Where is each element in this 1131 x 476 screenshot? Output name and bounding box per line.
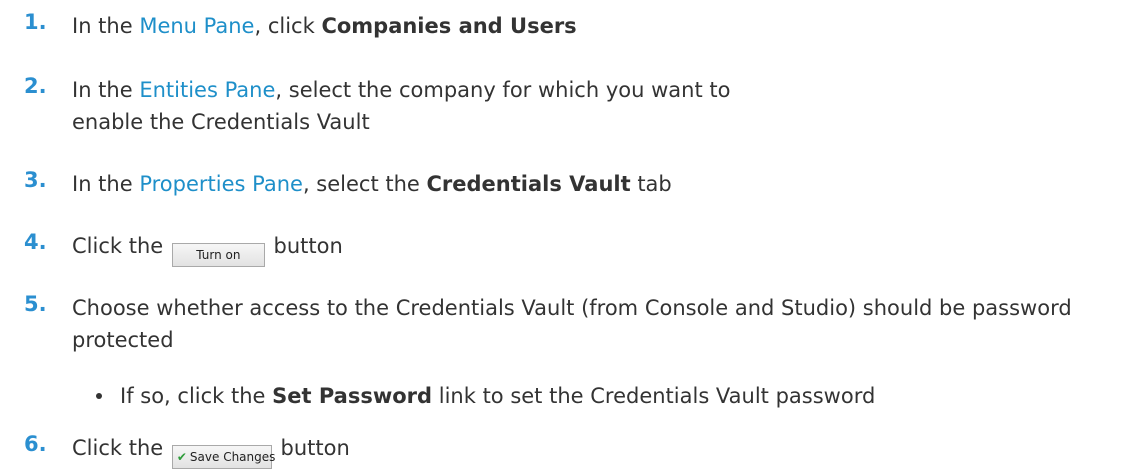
step-text: Choose whether access to the Credentials… (72, 292, 1121, 356)
step-number: 5. (24, 292, 47, 316)
step-number: 6. (24, 432, 47, 456)
text: In the (72, 172, 140, 196)
text: If so, click the (120, 384, 273, 408)
text: , click (254, 14, 322, 38)
set-password-link[interactable]: Set Password (272, 384, 432, 408)
entities-pane-link[interactable]: Entities Pane (139, 78, 275, 102)
text: In the (72, 14, 140, 38)
bold-term: Credentials Vault (426, 172, 631, 196)
properties-pane-link[interactable]: Properties Pane (139, 172, 303, 196)
step-text: Click the ✔ Save Changes button (72, 432, 1121, 469)
text: link to set the Credentials Vault passwo… (432, 384, 876, 408)
text: tab (630, 172, 672, 196)
text: , select the (302, 172, 427, 196)
text: Click the (72, 436, 170, 460)
menu-pane-link[interactable]: Menu Pane (139, 14, 254, 38)
instruction-steps: 1. In the Menu Pane, click Companies and… (0, 0, 1131, 476)
text: button (273, 436, 350, 460)
step-number: 4. (24, 230, 47, 254)
check-icon: ✔ (176, 450, 187, 464)
save-changes-label: Save Changes (189, 450, 276, 464)
text: button (266, 234, 343, 258)
step-text: In the Properties Pane, select the Crede… (72, 168, 1121, 200)
text: Click the (72, 234, 170, 258)
bold-term: Companies and Users (321, 14, 577, 38)
step-number: 3. (24, 168, 47, 192)
bullet-dot-icon (96, 393, 102, 399)
save-changes-button[interactable]: ✔ Save Changes (171, 445, 276, 469)
text: Choose whether access to the Credentials… (72, 296, 1072, 352)
step-text: In the Menu Pane, click Companies and Us… (72, 10, 1121, 42)
bullet-text: If so, click the Set Password link to se… (120, 380, 875, 412)
step-text: In the Entities Pane, select the company… (72, 74, 741, 138)
step-number: 2. (24, 74, 47, 98)
turn-on-button[interactable]: Turn on (171, 243, 265, 267)
step-text: Click the Turn on button (72, 230, 1121, 267)
step-number: 1. (24, 10, 47, 34)
text: In the (72, 78, 140, 102)
